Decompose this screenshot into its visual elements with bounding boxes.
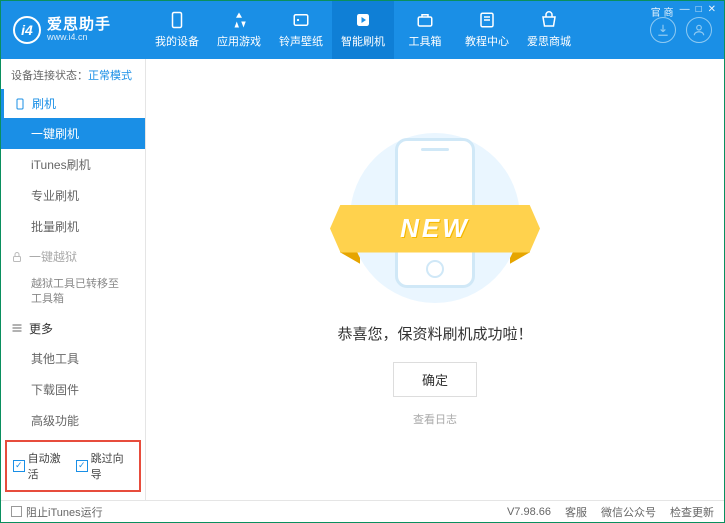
- top-nav: 我的设备应用游戏铃声壁纸智能刷机工具箱教程中心爱思商城: [146, 1, 638, 59]
- section-flash[interactable]: 刷机: [1, 89, 145, 118]
- apps-icon: [230, 11, 248, 29]
- connection-status: 设备连接状态：正常模式: [1, 59, 145, 89]
- nav-media[interactable]: 铃声壁纸: [270, 1, 332, 59]
- nav-apps[interactable]: 应用游戏: [208, 1, 270, 59]
- block-itunes-label[interactable]: 阻止iTunes运行: [26, 504, 103, 520]
- nav-shop[interactable]: 爱思商城: [518, 1, 580, 59]
- footer: 阻止iTunes运行 V7.98.66 客服 微信公众号 检查更新: [1, 500, 724, 522]
- sidebar-item-oneclick[interactable]: 一键刷机: [1, 118, 145, 149]
- nav-toolbox[interactable]: 工具箱: [394, 1, 456, 59]
- view-log-link[interactable]: 查看日志: [413, 411, 457, 427]
- version-label: V7.98.66: [507, 506, 551, 518]
- sidebar-item-batch[interactable]: 批量刷机: [1, 211, 145, 242]
- shop-icon: [540, 11, 558, 29]
- brand: i4 爱思助手 www.i4.cn: [1, 1, 146, 59]
- sidebar: 设备连接状态：正常模式 刷机 一键刷机 iTunes刷机 专业刷机 批量刷机 一…: [1, 59, 146, 500]
- maximize-icon[interactable]: □: [696, 4, 702, 19]
- media-icon: [292, 11, 310, 29]
- option-checks: ✓ 自动激活 ✓ 跳过向导: [5, 440, 141, 492]
- sidebar-item-download-fw[interactable]: 下载固件: [1, 374, 145, 405]
- download-icon[interactable]: [650, 17, 676, 43]
- new-ribbon: NEW: [330, 205, 540, 253]
- sidebar-item-advanced[interactable]: 高级功能: [1, 405, 145, 436]
- menu-icon: [11, 322, 23, 334]
- section-jailbreak: 一键越狱: [1, 242, 145, 271]
- checkbox-icon: ✓: [13, 460, 25, 472]
- main-content: NEW 恭喜您，保资料刷机成功啦！ 确定 查看日志: [146, 59, 724, 500]
- brand-logo-icon: i4: [13, 16, 41, 44]
- brand-title: 爱思助手: [47, 17, 111, 34]
- success-message: 恭喜您，保资料刷机成功啦！: [337, 323, 532, 344]
- checkbox-icon[interactable]: [11, 506, 22, 517]
- phone-icon: [14, 98, 26, 110]
- success-illustration: NEW: [335, 133, 535, 303]
- section-more[interactable]: 更多: [1, 314, 145, 343]
- update-link[interactable]: 检查更新: [670, 504, 714, 520]
- flash-icon: [354, 11, 372, 29]
- nav-phone[interactable]: 我的设备: [146, 1, 208, 59]
- check-skip-guide[interactable]: ✓ 跳过向导: [76, 450, 133, 482]
- sidebar-item-pro[interactable]: 专业刷机: [1, 180, 145, 211]
- checkbox-icon: ✓: [76, 460, 88, 472]
- close-icon[interactable]: ✕: [708, 4, 716, 19]
- device-card[interactable]: iPhone 12 mini 64GB Down-12mini-13,1: [1, 498, 145, 500]
- sidebar-item-itunes[interactable]: iTunes刷机: [1, 149, 145, 180]
- corner-shop[interactable]: 官 商: [651, 4, 674, 19]
- service-link[interactable]: 客服: [565, 504, 587, 520]
- tutorial-icon: [478, 11, 496, 29]
- brand-subtitle: www.i4.cn: [47, 33, 111, 43]
- nav-flash[interactable]: 智能刷机: [332, 1, 394, 59]
- lock-icon: [11, 251, 23, 263]
- header: i4 爱思助手 www.i4.cn 我的设备应用游戏铃声壁纸智能刷机工具箱教程中…: [1, 1, 724, 59]
- minimize-icon[interactable]: —: [680, 4, 690, 19]
- user-icon[interactable]: [686, 17, 712, 43]
- sidebar-item-other[interactable]: 其他工具: [1, 343, 145, 374]
- phone-icon: [168, 11, 186, 29]
- toolbox-icon: [416, 11, 434, 29]
- wechat-link[interactable]: 微信公众号: [601, 504, 656, 520]
- nav-tutorial[interactable]: 教程中心: [456, 1, 518, 59]
- check-auto-activate[interactable]: ✓ 自动激活: [13, 450, 70, 482]
- ok-button[interactable]: 确定: [393, 362, 477, 397]
- jailbreak-note: 越狱工具已转移至 工具箱: [1, 271, 145, 314]
